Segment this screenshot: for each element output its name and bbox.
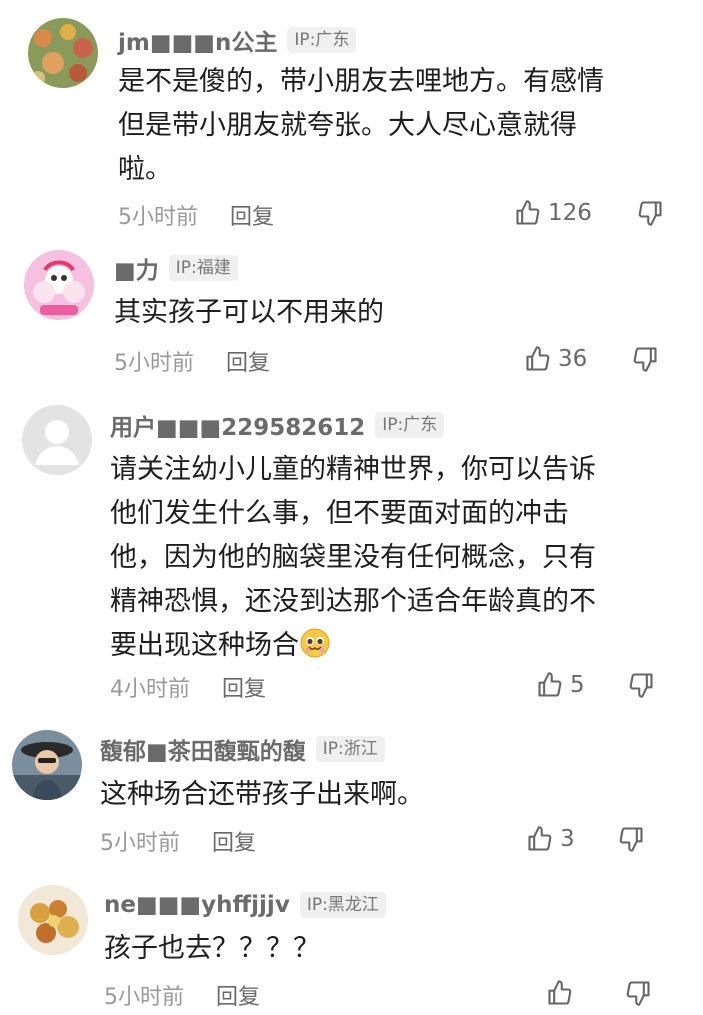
ip-location-badge: IP:黑龙江 (299, 892, 386, 918)
avatar[interactable] (28, 18, 98, 88)
comment-text-line: 孩子也去？？？？ (104, 933, 320, 964)
timestamp: 5小时前 (118, 205, 198, 230)
reply-button[interactable]: 回复 (222, 671, 266, 703)
comment-text-line: 他们发生什么事，但不要面对面的冲击 (110, 498, 569, 529)
avatar[interactable] (22, 405, 92, 475)
comment-text-line: 其实孩子可以不用来的 (114, 297, 384, 328)
reply-button[interactable]: 回复 (230, 199, 274, 231)
thumbs-up-icon (516, 200, 540, 225)
dislike-button[interactable] (631, 345, 659, 377)
pleading-face-emoji (299, 627, 331, 659)
like-count: 36 (558, 346, 588, 372)
dislike-button[interactable] (617, 825, 645, 857)
dislike-button[interactable] (636, 199, 664, 231)
comment-text-line: 是不是傻的，带小朋友去哩地方。有感情 (118, 66, 604, 97)
avatar[interactable] (18, 885, 88, 955)
comment-text-line: 他，因为他的脑袋里没有任何概念，只有 (110, 542, 596, 573)
timestamp: 5小时前 (104, 985, 184, 1010)
username[interactable]: jm■■■n公主 (118, 23, 277, 57)
username[interactable]: ne■■■yhffjjjv (104, 892, 290, 918)
username[interactable]: 用户■■■229582612 (110, 408, 365, 442)
comment-text-line: 但是带小朋友就夸张。大人尽心意就得 (118, 110, 577, 141)
reply-button[interactable]: 回复 (216, 979, 260, 1011)
comment-text-fragment: 要出现这种场合 (110, 630, 299, 661)
comment-text-line: 精神恐惧，还没到达那个适合年龄真的不 (110, 586, 596, 617)
thumbs-down-icon (638, 201, 662, 226)
like-button[interactable]: 3 (526, 825, 575, 853)
ip-location-badge: IP:福建 (168, 255, 238, 281)
comment-text-line: 请关注幼小儿童的精神世界，你可以告诉 (110, 454, 596, 485)
like-button[interactable]: 126 (514, 199, 592, 227)
ip-location-badge: IP:浙江 (315, 736, 385, 762)
thumbs-up-icon (548, 980, 572, 1005)
username[interactable]: ■力 (114, 251, 159, 285)
like-count: 126 (548, 200, 592, 226)
thumbs-up-icon (538, 672, 562, 697)
thumbs-down-icon (633, 347, 657, 372)
comment-text: 是不是傻的，带小朋友去哩地方。有感情 但是带小朋友就夸张。大人尽心意就得 啦。 (118, 60, 604, 192)
timestamp: 5小时前 (100, 831, 180, 856)
dislike-button[interactable] (627, 671, 655, 703)
like-button[interactable]: 36 (524, 345, 587, 373)
avatar[interactable] (24, 250, 94, 320)
like-button[interactable]: 5 (536, 671, 585, 699)
thumbs-up-icon (528, 826, 552, 851)
thumbs-down-icon (626, 981, 650, 1006)
comment-text-line: 啦。 (118, 154, 172, 185)
timestamp: 4小时前 (110, 677, 190, 702)
like-count: 3 (560, 826, 575, 852)
thumbs-down-icon (629, 673, 653, 698)
comment-text: 孩子也去？？？？ (104, 927, 320, 971)
comment-text-line: 这种场合还带孩子出来啊。 (100, 779, 424, 810)
thumbs-up-icon (526, 346, 550, 371)
dislike-button[interactable] (624, 979, 652, 1011)
reply-button[interactable]: 回复 (212, 825, 256, 857)
like-button[interactable] (546, 979, 580, 1007)
reply-button[interactable]: 回复 (226, 345, 270, 377)
comment-text: 请关注幼小儿童的精神世界，你可以告诉 他们发生什么事，但不要面对面的冲击 他，因… (110, 448, 596, 668)
timestamp: 5小时前 (114, 351, 194, 376)
comment-text-line: 要出现这种场合 (110, 624, 596, 668)
ip-location-badge: IP:广东 (375, 412, 445, 438)
avatar[interactable] (12, 730, 82, 800)
username[interactable]: 馥郁■茶田馥甄的馥 (100, 732, 306, 766)
comment-text: 这种场合还带孩子出来啊。 (100, 773, 424, 817)
like-count: 5 (570, 672, 585, 698)
thumbs-down-icon (619, 827, 643, 852)
comment-text: 其实孩子可以不用来的 (114, 291, 384, 335)
ip-location-badge: IP:广东 (287, 27, 357, 53)
